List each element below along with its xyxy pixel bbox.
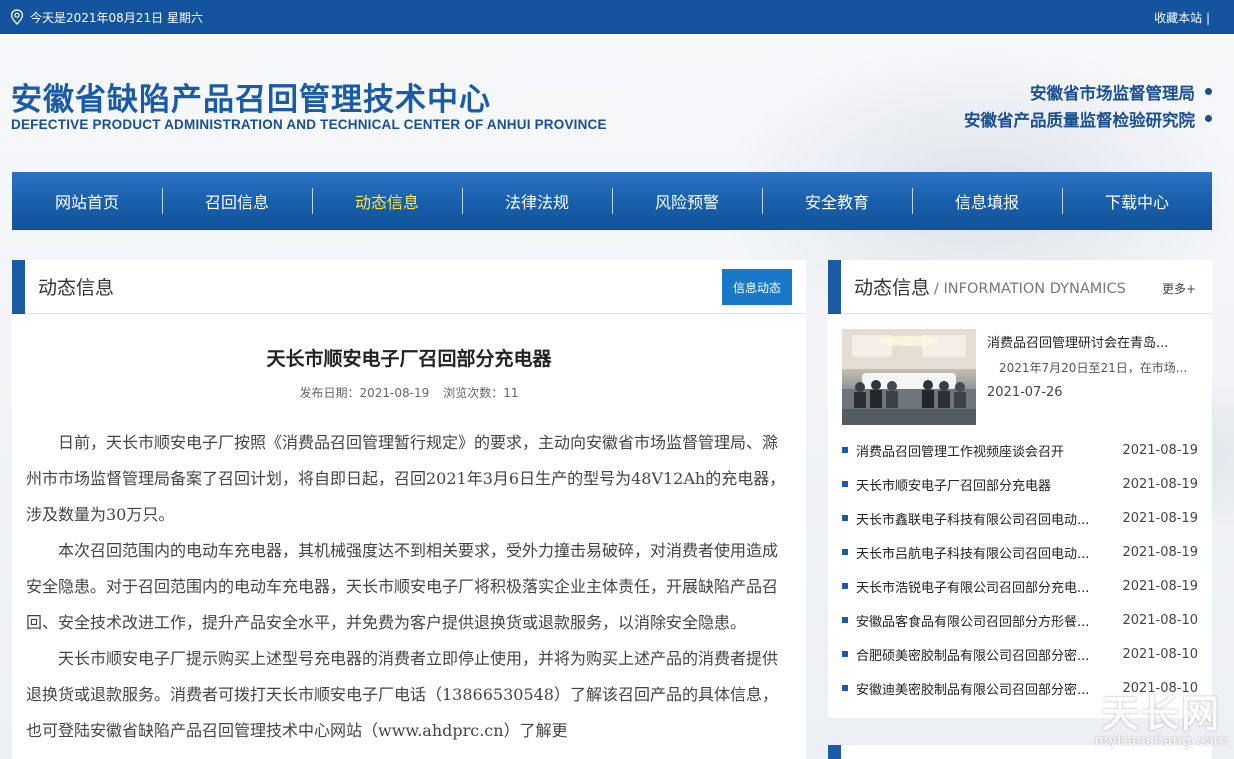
news-title[interactable]: 安徽品客食品有限公司召回部分方形餐... — [856, 611, 1114, 630]
news-title[interactable]: 合肥硕美密胶制品有限公司召回部分密... — [856, 645, 1114, 664]
article-panel-header: 动态信息 信息动态 — [12, 260, 806, 314]
sidebar-header: 动态信息 / INFORMATION DYNAMICS 更多+ — [828, 260, 1212, 314]
list-item[interactable]: 天长市顺安电子厂召回部分充电器 2021-08-19 — [842, 467, 1198, 501]
org-name: 安徽省产品质量监督检验研究院 — [964, 110, 1195, 130]
bullet-square-icon — [842, 617, 848, 623]
news-title[interactable]: 安徽迪美密胶制品有限公司召回部分密... — [856, 679, 1114, 698]
nav-item-info-report[interactable]: 信息填报 — [912, 172, 1062, 230]
nav-item-risk-alerts[interactable]: 风险预警 — [612, 172, 762, 230]
nav-item-news[interactable]: 动态信息 — [312, 172, 462, 230]
panel-title: 动态信息 — [38, 277, 115, 299]
bullet-square-icon — [842, 447, 848, 453]
featured-news[interactable]: 消费品召回管理研讨会在青岛... 2021年7月20日至21日，在市场... 2… — [842, 329, 1202, 425]
site-header: 安徽省缺陷产品召回管理技术中心 DEFECTIVE PRODUCT ADMINI… — [0, 34, 1234, 172]
accent-bar — [12, 260, 25, 314]
bookmark-link[interactable]: 收藏本站 | — [1154, 9, 1210, 26]
watermark-logo: 天长网 — [1101, 692, 1222, 736]
nav-item-downloads[interactable]: 下载中心 — [1062, 172, 1212, 230]
more-link[interactable]: 更多+ — [1162, 280, 1196, 297]
featured-desc: 2021年7月20日至21日，在市场... — [999, 361, 1188, 375]
bullet-square-icon — [842, 651, 848, 657]
bullet-square-icon — [842, 481, 848, 487]
nav-item-home[interactable]: 网站首页 — [12, 172, 162, 230]
bullet-square-icon — [842, 583, 848, 589]
news-date: 2021-08-10 — [1122, 612, 1198, 628]
view-count: 浏览次数：11 — [443, 386, 519, 400]
featured-title[interactable]: 消费品召回管理研讨会在青岛... — [987, 332, 1168, 351]
article-meta: 发布日期：2021-08-19 浏览次数：11 — [12, 384, 806, 401]
list-item[interactable]: 消费品召回管理工作视频座谈会召开 2021-08-19 — [842, 433, 1198, 467]
nav-item-recall-info[interactable]: 召回信息 — [162, 172, 312, 230]
news-date: 2021-08-19 — [1122, 476, 1198, 492]
org-name: 安徽省市场监督管理局 — [1030, 83, 1195, 103]
article-paragraph: 日前，天长市顺安电子厂按照《消费品召回管理暂行规定》的要求，主动向安徽省市场监督… — [26, 433, 786, 524]
article-paragraph: 天长市顺安电子厂提示购买上述型号充电器的消费者立即停止使用，并将为购买上述产品的… — [26, 649, 779, 740]
news-title[interactable]: 天长市顺安电子厂召回部分充电器 — [856, 475, 1114, 494]
bullet-square-icon — [842, 685, 848, 691]
news-date: 2021-08-19 — [1122, 544, 1198, 560]
location-pin-icon — [10, 9, 24, 25]
news-date: 2021-08-10 — [1122, 646, 1198, 662]
article-paragraph: 本次召回范围内的电动车充电器，其机械强度达不到相关要求，受外力撞击易破碎，对消费… — [26, 541, 779, 632]
date-display: 今天是2021年08月21日 星期六 — [10, 9, 203, 26]
news-title[interactable]: 天长市吕航电子科技有限公司召回电动... — [856, 543, 1114, 562]
list-item[interactable]: 天长市浩锐电子有限公司召回部分充电... 2021-08-19 — [842, 569, 1198, 603]
org-link-inspection[interactable]: 安徽省产品质量监督检验研究院 — [964, 105, 1212, 132]
article-body: 日前，天长市顺安电子厂按照《消费品召回管理暂行规定》的要求，主动向安徽省市场监督… — [26, 425, 792, 749]
list-item[interactable]: 天长市鑫联电子科技有限公司召回电动... 2021-08-19 — [842, 501, 1198, 535]
bullet-square-icon — [842, 549, 848, 555]
nav-item-safety-education[interactable]: 安全教育 — [762, 172, 912, 230]
site-subtitle: DEFECTIVE PRODUCT ADMINISTRATION AND TEC… — [11, 117, 607, 132]
news-title[interactable]: 天长市浩锐电子有限公司召回部分充电... — [856, 577, 1114, 596]
top-bar: 今天是2021年08月21日 星期六 收藏本站 | — [0, 0, 1234, 34]
nav-item-laws[interactable]: 法律法规 — [462, 172, 612, 230]
accent-bar — [828, 745, 841, 759]
featured-photo[interactable] — [842, 329, 976, 425]
list-item[interactable]: 安徽品客食品有限公司召回部分方形餐... 2021-08-10 — [842, 603, 1198, 637]
org-link-amr[interactable]: 安徽省市场监督管理局 — [964, 78, 1212, 105]
bullet-square-icon — [842, 515, 848, 521]
article-title: 天长市顺安电子厂召回部分充电器 — [266, 348, 552, 370]
main-nav: 网站首页 召回信息 动态信息 法律法规 风险预警 安全教育 信息填报 下载中心 — [12, 172, 1212, 230]
bullet-dot-icon — [1205, 115, 1212, 122]
list-item[interactable]: 天长市吕航电子科技有限公司召回电动... 2021-08-19 — [842, 535, 1198, 569]
sidebar-news-panel: 动态信息 / INFORMATION DYNAMICS 更多+ 消费品召回管理研… — [828, 260, 1212, 718]
affiliated-orgs: 安徽省市场监督管理局 安徽省产品质量监督检验研究院 — [964, 78, 1212, 132]
date-text: 今天是2021年08月21日 星期六 — [30, 10, 203, 25]
conference-photo-image — [842, 329, 976, 425]
info-news-button[interactable]: 信息动态 — [722, 269, 792, 305]
news-date: 2021-08-19 — [1122, 442, 1198, 458]
news-title[interactable]: 消费品召回管理工作视频座谈会召开 — [856, 441, 1114, 460]
list-item[interactable]: 合肥硕美密胶制品有限公司召回部分密... 2021-08-10 — [842, 637, 1198, 671]
article-panel: 动态信息 信息动态 天长市顺安电子厂召回部分充电器 发布日期：2021-08-1… — [12, 260, 806, 759]
sidebar-title: 动态信息 — [854, 277, 931, 299]
site-title[interactable]: 安徽省缺陷产品召回管理技术中心 — [11, 74, 491, 119]
featured-date: 2021-07-26 — [987, 385, 1063, 400]
sidebar-subtitle: / INFORMATION DYNAMICS — [934, 280, 1126, 297]
accent-bar — [828, 260, 841, 314]
publish-date: 发布日期：2021-08-19 — [299, 386, 430, 400]
news-list: 消费品召回管理工作视频座谈会召开 2021-08-19 天长市顺安电子厂召回部分充… — [842, 433, 1198, 705]
news-date: 2021-08-19 — [1122, 510, 1198, 526]
site-watermark: 天长网 mytianchang.com — [1094, 695, 1228, 749]
bullet-dot-icon — [1205, 88, 1212, 95]
watermark-url: mytianchang.com — [1094, 733, 1228, 749]
news-title[interactable]: 天长市鑫联电子科技有限公司召回电动... — [856, 509, 1114, 528]
news-date: 2021-08-19 — [1122, 578, 1198, 594]
